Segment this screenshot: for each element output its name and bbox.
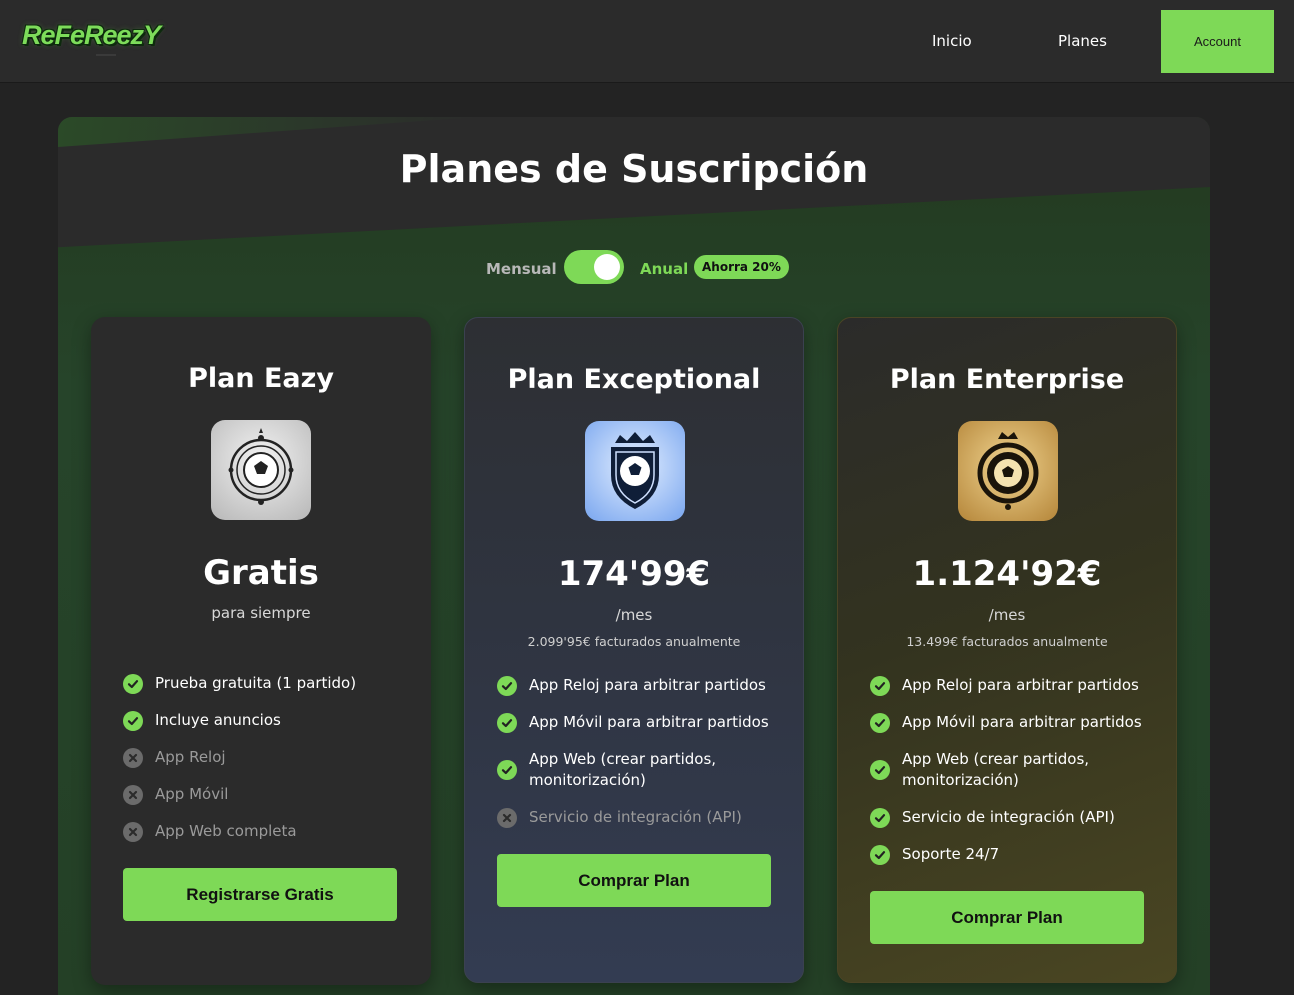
list-item: Servicio de integración (API) <box>497 799 787 836</box>
feature-text: App Web completa <box>155 822 297 840</box>
cross-icon <box>123 821 143 842</box>
monthly-label[interactable]: Mensual <box>486 260 557 278</box>
cross-icon <box>497 807 517 828</box>
list-item: App Móvil para arbitrar partidos <box>497 704 787 741</box>
list-item: App Web (crear partidos, monitorización) <box>870 741 1160 799</box>
buy-plan-button[interactable]: Comprar Plan <box>870 891 1144 944</box>
feature-text: Servicio de integración (API) <box>529 808 742 826</box>
nav-link-planes[interactable]: Planes <box>1058 32 1107 50</box>
feature-text: App Móvil <box>155 785 229 803</box>
plan-name: Plan Exceptional <box>507 364 761 395</box>
buy-plan-button[interactable]: Comprar Plan <box>497 854 771 907</box>
plan-period: para siempre <box>211 604 311 622</box>
list-item: App Reloj para arbitrar partidos <box>870 667 1160 704</box>
list-item: Prueba gratuita (1 partido) <box>123 665 413 702</box>
billing-toggle: Mensual Anual Ahorra 20% <box>58 250 1210 286</box>
feature-list: Prueba gratuita (1 partido) Incluye anun… <box>123 665 413 850</box>
save-badge: Ahorra 20% <box>694 255 789 279</box>
feature-text: Soporte 24/7 <box>902 845 1000 863</box>
feature-text: Servicio de integración (API) <box>902 808 1115 826</box>
billing-note: 2.099'95€ facturados anualmente <box>527 634 741 649</box>
plan-price: 174'99€ <box>557 554 711 594</box>
feature-text: App Reloj <box>155 748 226 766</box>
list-item: App Móvil <box>123 776 413 813</box>
plan-name: Plan Enterprise <box>889 364 1125 395</box>
register-free-button[interactable]: Registrarse Gratis <box>123 868 397 921</box>
page-title: Planes de Suscripción <box>399 147 869 191</box>
cross-icon <box>123 784 143 805</box>
feature-text: App Web (crear partidos, monitorización) <box>902 750 1090 789</box>
nav-link-inicio[interactable]: Inicio <box>932 32 972 50</box>
plan-card-eazy: Plan Eazy Gratis para siempre Prueba gra… <box>91 317 431 985</box>
list-item: Incluye anuncios <box>123 702 413 739</box>
plan-price: 1.124'92€ <box>912 554 1102 594</box>
plan-price: Gratis <box>203 553 319 593</box>
list-item: App Reloj para arbitrar partidos <box>497 667 787 704</box>
soccer-shield-crown-icon <box>585 421 685 521</box>
feature-list: App Reloj para arbitrar partidos App Móv… <box>870 667 1160 873</box>
check-icon <box>870 675 890 696</box>
list-item: Soporte 24/7 <box>870 836 1160 873</box>
check-icon <box>123 710 143 731</box>
check-icon <box>497 675 517 696</box>
feature-text: Prueba gratuita (1 partido) <box>155 674 357 692</box>
plan-card-enterprise: Plan Enterprise 1.124'92€ /mes 13.499€ f… <box>837 317 1177 983</box>
switch-knob <box>594 254 620 280</box>
plan-period: /mes <box>615 606 653 624</box>
navbar: ReFeReezY Inicio Planes Account <box>0 0 1294 83</box>
refereezy-logo[interactable]: ReFeReezY <box>22 20 161 51</box>
check-icon <box>870 844 890 865</box>
billing-period-switch[interactable] <box>564 250 624 284</box>
list-item: App Web completa <box>123 813 413 850</box>
feature-text: App Móvil para arbitrar partidos <box>529 713 769 731</box>
list-item: App Reloj <box>123 739 413 776</box>
feature-text: App Reloj para arbitrar partidos <box>529 676 766 694</box>
soccer-laurel-crown-icon <box>958 421 1058 521</box>
plan-card-exceptional: Plan Exceptional 174'99€ /mes 2.099'95€ … <box>464 317 804 983</box>
annual-label[interactable]: Anual <box>640 260 688 278</box>
list-item: App Web (crear partidos, monitorización) <box>497 741 787 799</box>
list-item: App Móvil para arbitrar partidos <box>870 704 1160 741</box>
billing-note: 13.499€ facturados anualmente <box>906 634 1108 649</box>
feature-text: App Móvil para arbitrar partidos <box>902 713 1142 731</box>
check-icon <box>497 760 517 780</box>
list-item: Servicio de integración (API) <box>870 799 1160 836</box>
feature-list: App Reloj para arbitrar partidos App Móv… <box>497 667 787 836</box>
feature-text: App Reloj para arbitrar partidos <box>902 676 1139 694</box>
check-icon <box>870 760 890 780</box>
check-icon <box>123 673 143 694</box>
logo-underline <box>96 54 116 56</box>
plan-period: /mes <box>988 606 1026 624</box>
soccer-ball-compass-icon <box>211 420 311 520</box>
feature-text: Incluye anuncios <box>155 711 281 729</box>
check-icon <box>870 712 890 733</box>
account-button[interactable]: Account <box>1161 10 1274 73</box>
plan-name: Plan Eazy <box>188 363 334 394</box>
check-icon <box>497 712 517 733</box>
feature-text: App Web (crear partidos, monitorización) <box>529 750 717 789</box>
check-icon <box>870 807 890 828</box>
cross-icon <box>123 747 143 768</box>
